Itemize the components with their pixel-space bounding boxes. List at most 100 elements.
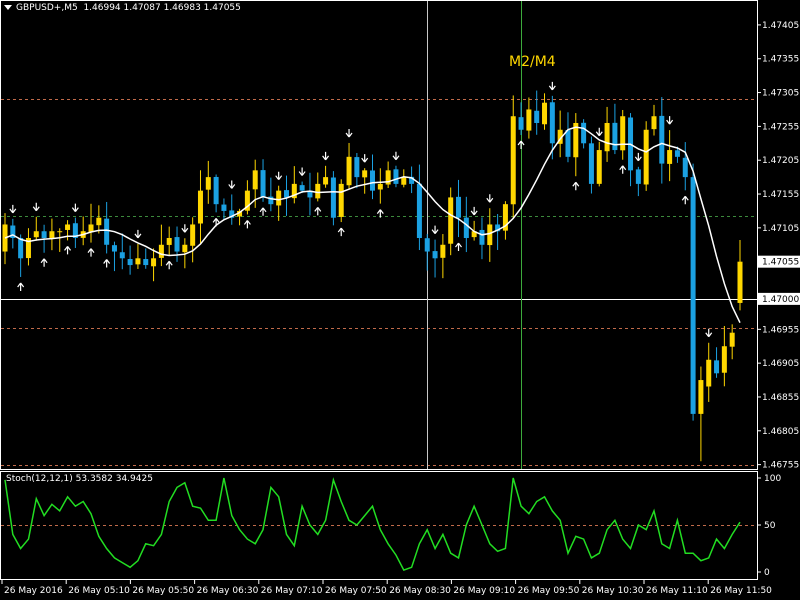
candle-body [299, 185, 305, 191]
candle-body [33, 231, 39, 238]
candle-body [362, 170, 368, 178]
candle-body [604, 123, 610, 152]
down-arrow-icon [228, 180, 236, 189]
marker-label: M2/M4 [509, 54, 556, 70]
price-tick-label: 1.47355 [762, 55, 799, 65]
candle-body [526, 109, 532, 131]
candle-body [549, 102, 555, 144]
stoch-tick-label: 50 [764, 521, 776, 531]
up-arrow-icon [376, 209, 384, 218]
candle-body [370, 170, 375, 191]
candle-body [338, 183, 344, 217]
price-tick-label: 1.47255 [762, 122, 799, 132]
candle-body [542, 102, 548, 125]
price-pane-frame [0, 0, 758, 470]
candle-body [18, 237, 24, 259]
time-tick-label: 26 May 09:10 [453, 586, 515, 596]
candle-body [612, 122, 618, 151]
candle-body [205, 177, 211, 190]
candle-body [698, 380, 704, 414]
price-tick-label: 1.46755 [762, 461, 799, 471]
candle-body [323, 177, 329, 185]
up-arrow-icon [314, 207, 322, 216]
price-tick-label: 1.47205 [762, 156, 799, 166]
candle-body [330, 177, 336, 218]
candle-body [197, 190, 203, 224]
candle-body [721, 346, 727, 373]
candle-body [190, 224, 196, 246]
price-tick-label: 1.46805 [762, 427, 799, 437]
down-arrow-icon [71, 203, 79, 212]
up-arrow-icon [455, 242, 462, 252]
down-arrow-icon [361, 154, 369, 163]
down-arrow-icon [431, 225, 439, 234]
chevron-down-icon[interactable] [4, 4, 12, 10]
candle-body [119, 252, 125, 259]
price-label-text: 1.47000 [762, 295, 799, 305]
candle-body [104, 218, 110, 245]
candle-body [667, 150, 673, 164]
candle-body [456, 196, 462, 218]
price-tick-label: 1.47405 [762, 21, 799, 31]
candle-body [682, 157, 688, 178]
candle-body [213, 176, 219, 205]
candle-body [182, 244, 188, 253]
price-tick-label: 1.47305 [762, 89, 799, 99]
time-tick-label: 26 May 05:50 [132, 586, 194, 596]
candle-body [393, 169, 399, 184]
candle-body [315, 183, 321, 199]
up-arrow-icon [212, 217, 220, 227]
stoch-title: Stoch(12,12,1) 53.3582 34.9425 [6, 474, 153, 484]
candle-body [588, 143, 594, 184]
down-arrow-icon [634, 152, 642, 162]
ohlc-label: 1.46994 1.47087 1.46983 1.47055 [83, 3, 241, 13]
price-tick-label: 1.46855 [762, 393, 799, 403]
up-arrow-icon [681, 195, 689, 205]
candle-body [135, 258, 141, 265]
up-arrow-icon [243, 220, 251, 229]
price-label-text: 1.47055 [762, 258, 799, 268]
candle-body [714, 360, 720, 374]
candle-body [57, 231, 63, 233]
candle-body [111, 245, 117, 252]
time-tick-label: 26 May 2016 [4, 586, 63, 596]
up-arrow-icon [103, 259, 111, 268]
candle-body [643, 129, 649, 185]
down-arrow-icon [32, 202, 40, 212]
up-arrow-icon [619, 165, 627, 174]
candle-body [534, 110, 540, 123]
candle-body [729, 332, 735, 347]
down-arrow-icon [666, 116, 674, 125]
time-tick-label: 26 May 08:30 [389, 586, 451, 596]
candle-body [424, 238, 430, 252]
down-arrow-icon [595, 127, 603, 137]
candle-body [283, 190, 289, 198]
down-arrow-icon [9, 204, 17, 214]
up-arrow-icon [64, 246, 72, 255]
candle-body [581, 122, 587, 144]
price-tick-label: 1.47105 [762, 224, 799, 234]
candle-body [143, 259, 149, 266]
candle-body [221, 204, 227, 211]
down-arrow-icon [345, 128, 353, 138]
candles-group [2, 90, 743, 462]
arrows-group [9, 81, 713, 338]
down-arrow-icon [486, 194, 494, 203]
candle-body [166, 238, 172, 245]
chart-canvas[interactable]: 1.47405 1.47355 1.47305 1.47255 1.47205 1.471… [0, 0, 800, 600]
candle-body [65, 224, 71, 230]
down-arrow-icon [275, 171, 283, 181]
candle-body [565, 130, 571, 157]
candle-body [651, 116, 657, 130]
candle-body [690, 177, 696, 414]
down-arrow-icon [548, 81, 556, 91]
candle-body [737, 261, 743, 303]
candle-body [416, 183, 422, 238]
candle-body [127, 259, 133, 266]
candle-body [479, 229, 485, 245]
candle-body [252, 170, 258, 190]
candle-body [158, 244, 164, 258]
up-arrow-icon [259, 207, 267, 216]
time-tick-label: 26 May 11:10 [646, 586, 708, 596]
time-tick-label: 26 May 11:50 [710, 586, 772, 596]
